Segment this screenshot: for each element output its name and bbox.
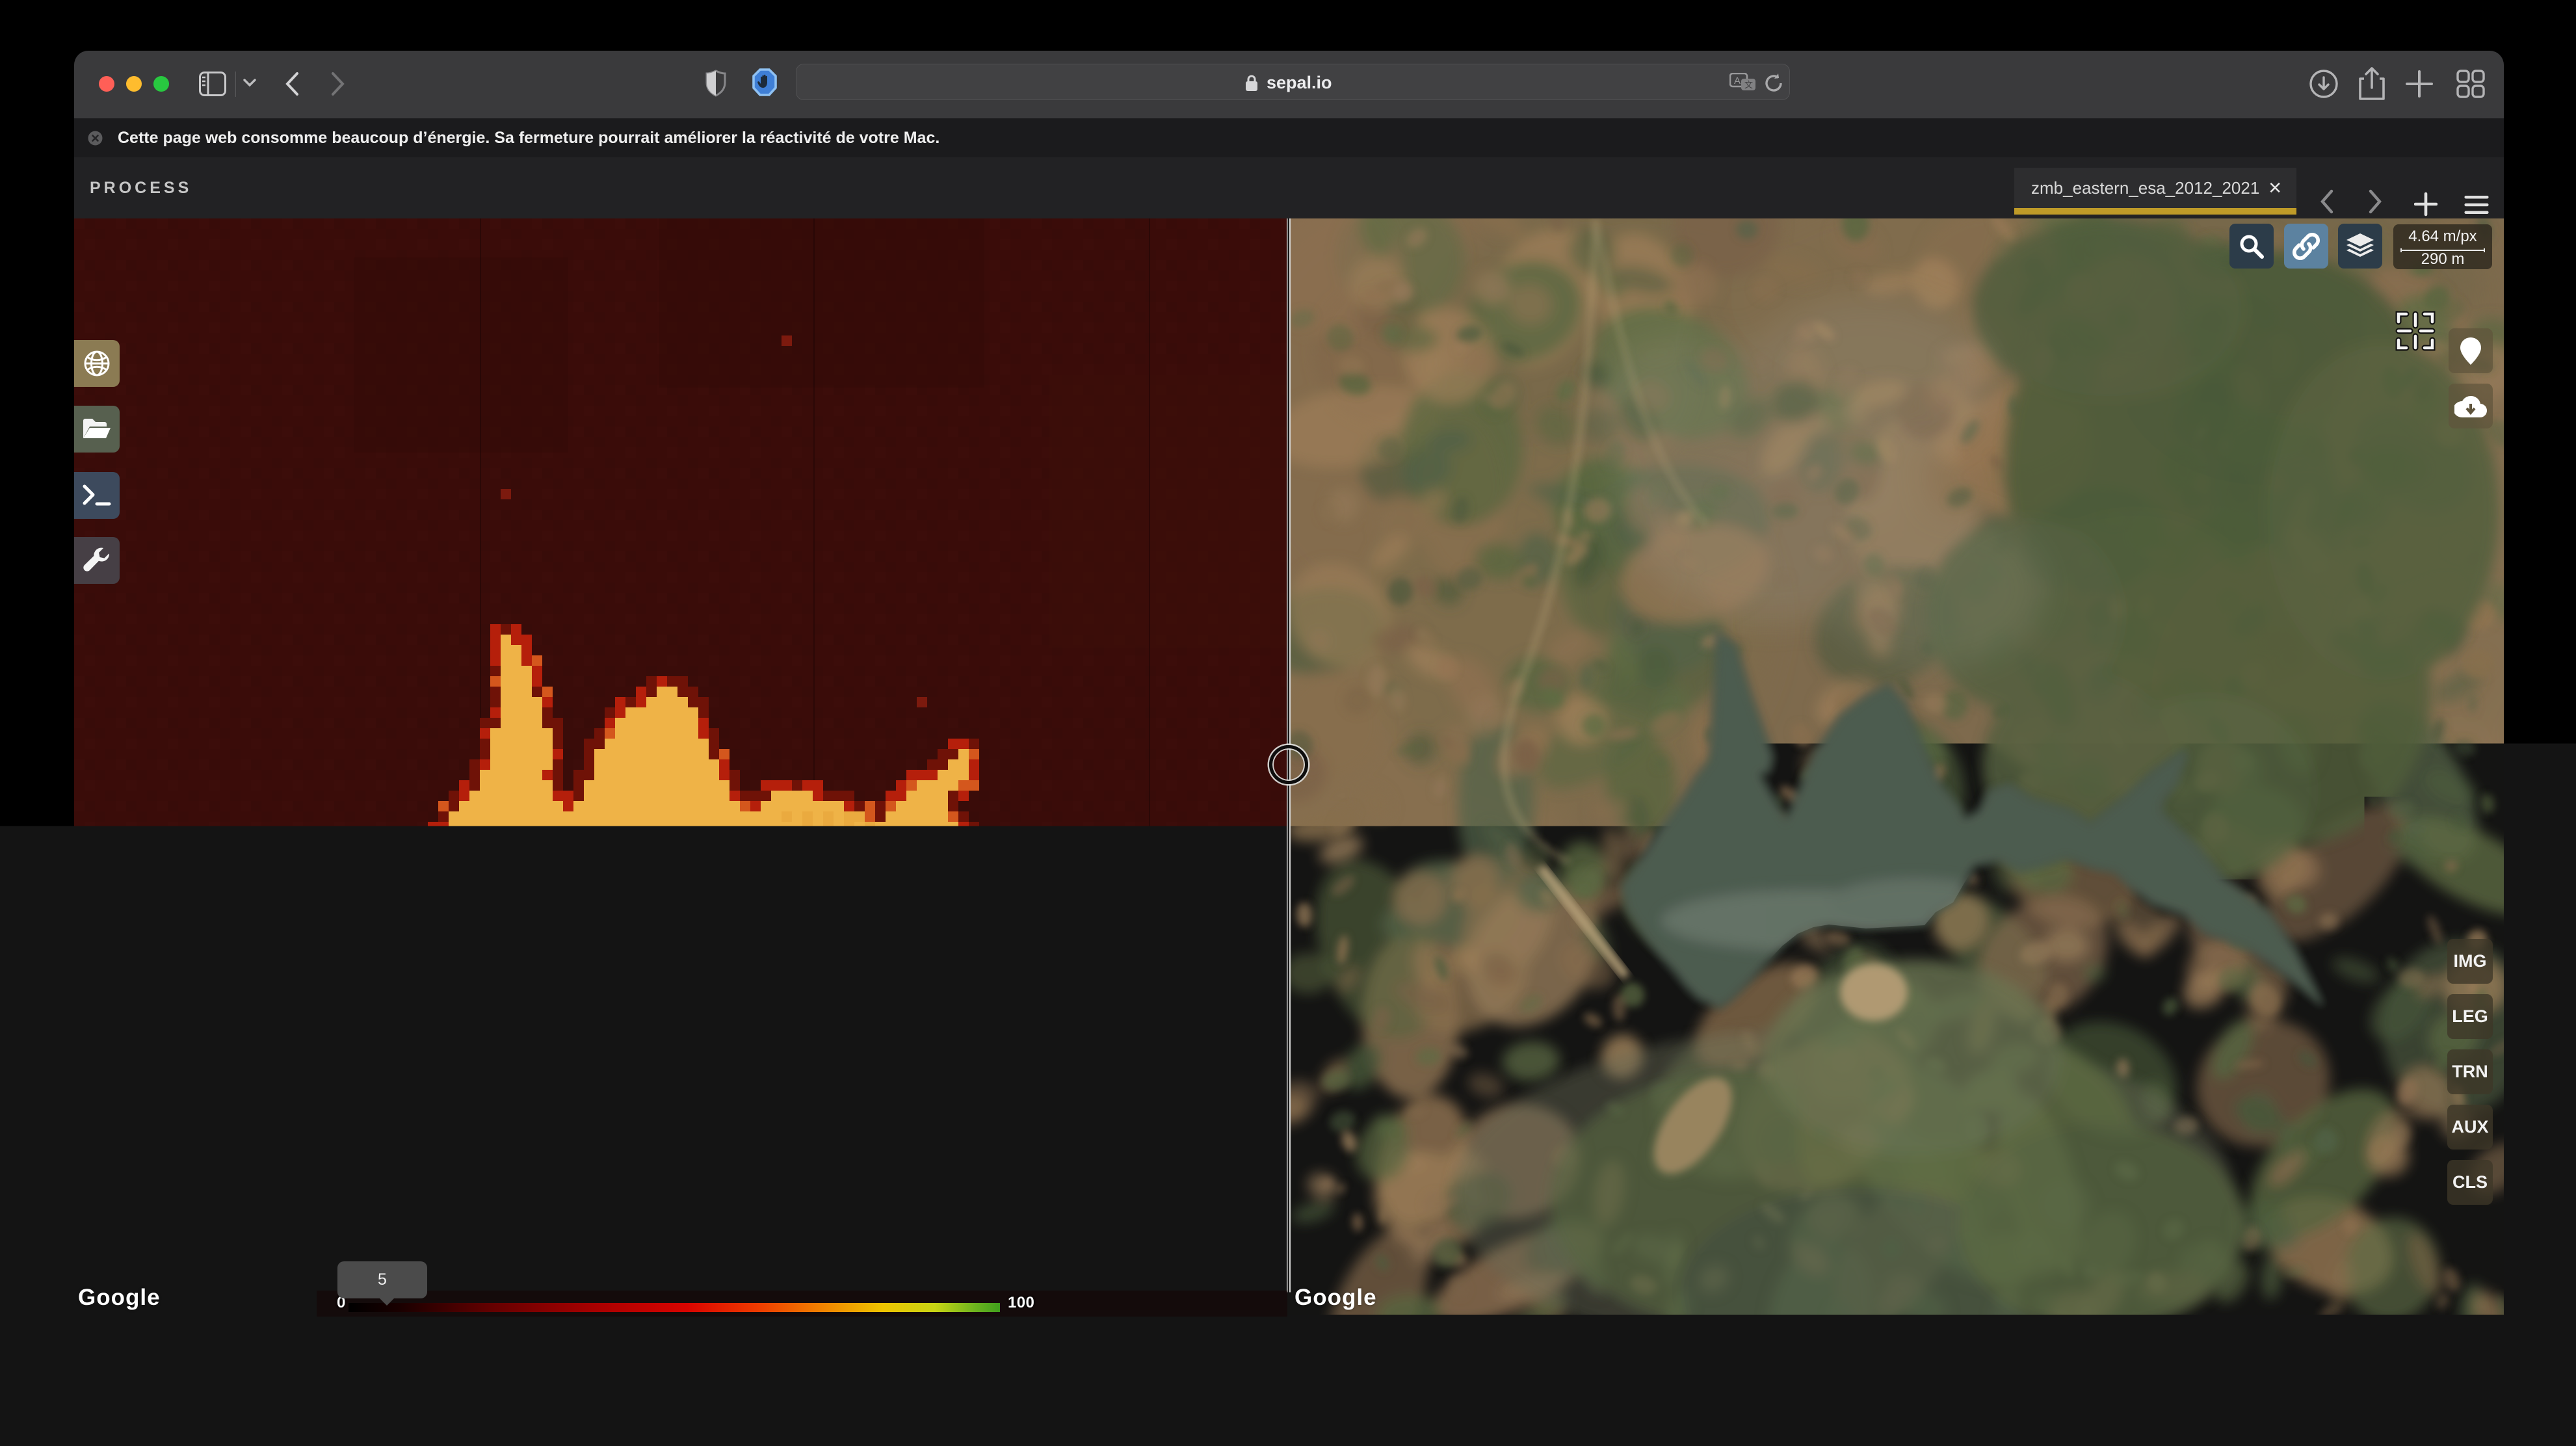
svg-text:A: A (1734, 75, 1741, 86)
svg-text:文: 文 (1744, 80, 1753, 90)
